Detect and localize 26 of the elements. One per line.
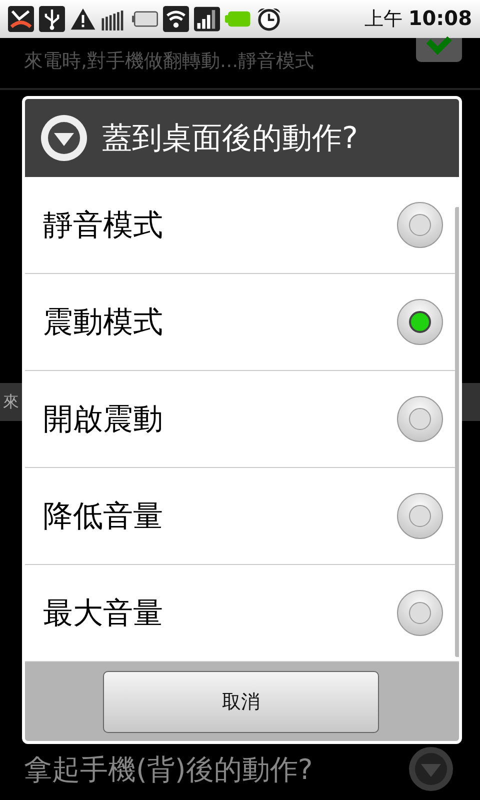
option-label: 震動模式 bbox=[43, 304, 163, 342]
dialog-title: 蓋到桌面後的動作? bbox=[102, 120, 358, 158]
option-label: 靜音模式 bbox=[43, 206, 163, 244]
dropdown-icon[interactable] bbox=[408, 746, 454, 792]
warning-icon bbox=[70, 6, 96, 32]
wifi-icon bbox=[163, 6, 189, 32]
am-pm-label: 上午 bbox=[364, 7, 402, 32]
radio-button[interactable] bbox=[397, 493, 443, 539]
usb-icon bbox=[39, 6, 65, 32]
signal-icon bbox=[194, 6, 220, 32]
checkbox[interactable] bbox=[416, 38, 462, 62]
option-label: 降低音量 bbox=[43, 498, 163, 536]
header-text: 來 bbox=[3, 392, 19, 412]
setting-subtitle: 來電時,對手機做翻轉動...靜音模式 bbox=[24, 49, 314, 74]
radio-button[interactable] bbox=[397, 396, 443, 442]
radio-button[interactable] bbox=[397, 202, 443, 248]
option-label: 最大音量 bbox=[43, 594, 163, 632]
clock-time: 10:08 bbox=[408, 6, 472, 30]
cancel-button[interactable]: 取消 bbox=[103, 671, 379, 733]
dropdown-icon bbox=[40, 114, 88, 162]
radio-button[interactable] bbox=[397, 299, 443, 345]
option-label: 開啟震動 bbox=[43, 400, 163, 438]
radio-button[interactable] bbox=[397, 590, 443, 636]
alarm-clock-icon bbox=[256, 6, 282, 32]
missed-call-icon bbox=[8, 6, 34, 32]
setting-title: 拿起手機(背)後的動作? bbox=[24, 752, 313, 788]
